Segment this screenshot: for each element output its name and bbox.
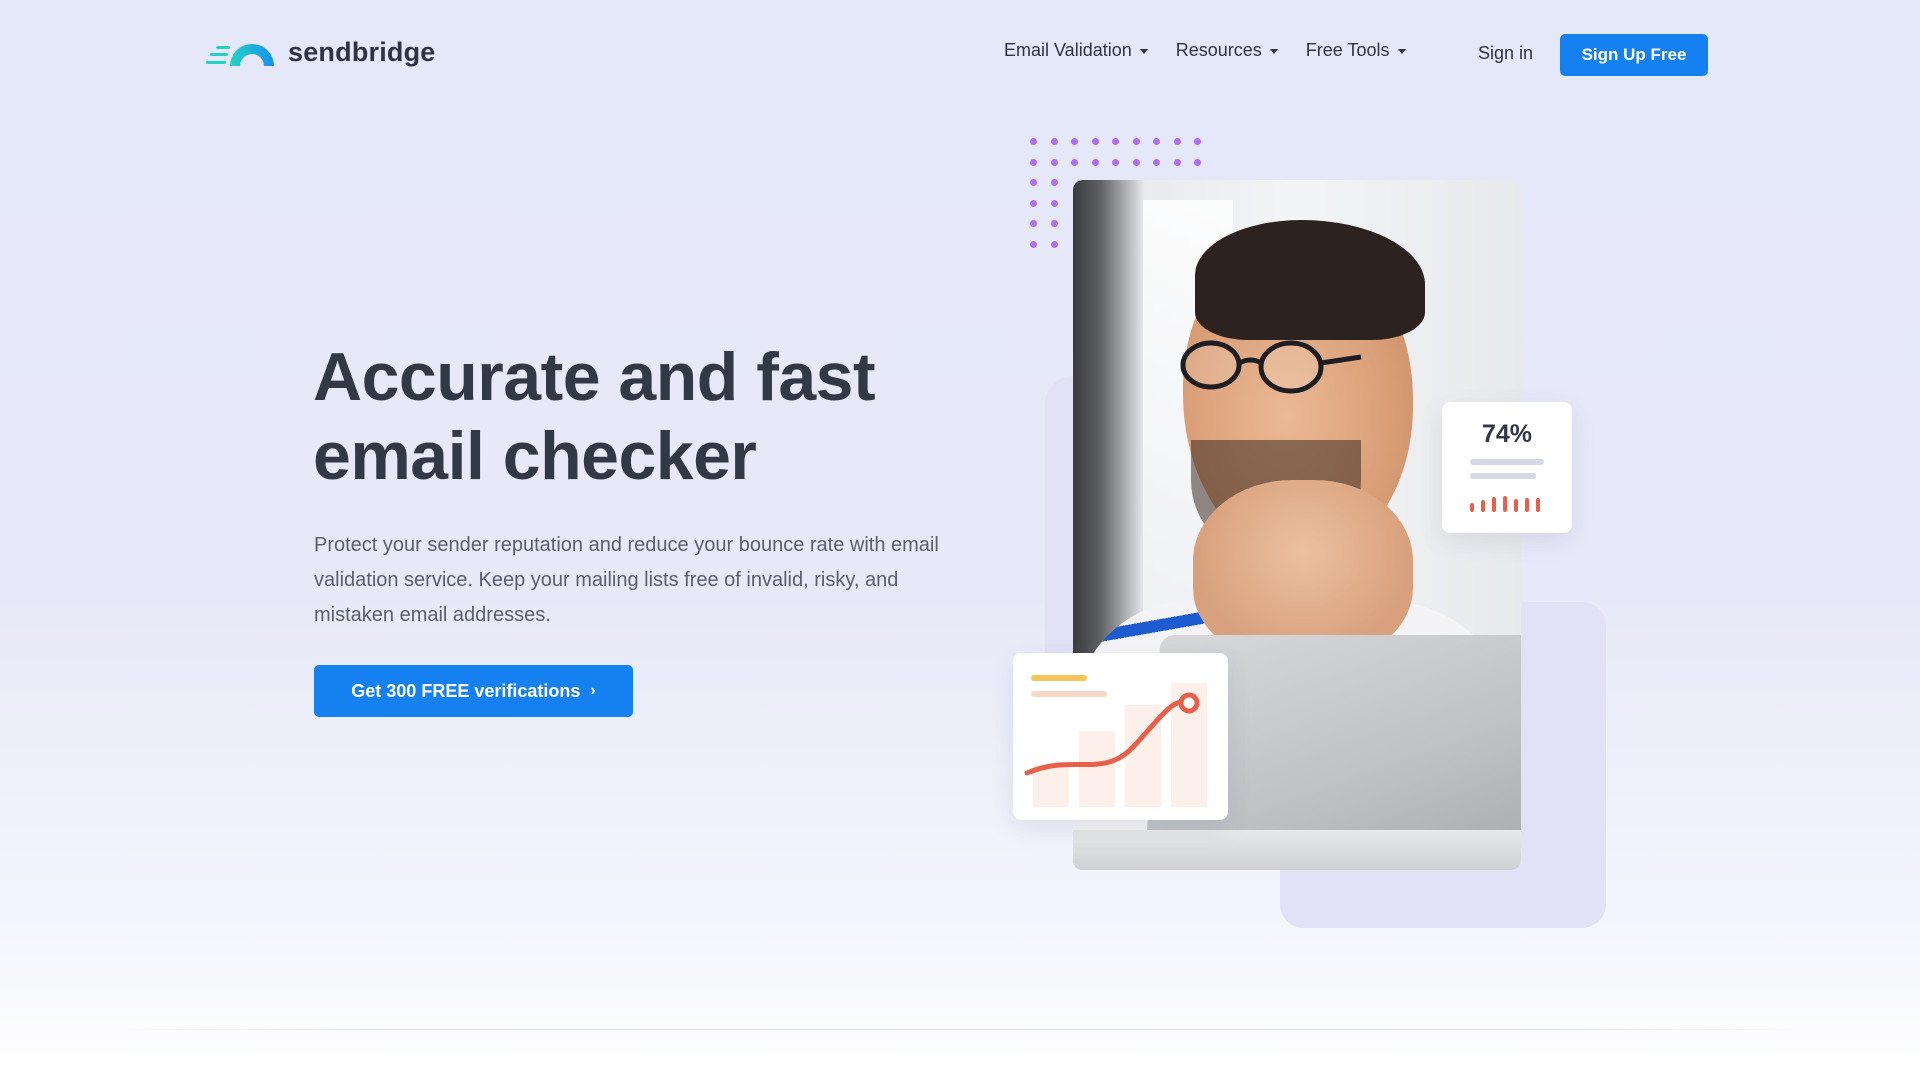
dot	[1030, 220, 1037, 227]
stat-bar	[1503, 496, 1507, 512]
nav-free-tools-label: Free Tools	[1305, 40, 1390, 60]
dot	[1091, 158, 1099, 166]
nav-resources-label: Resources	[1175, 40, 1262, 60]
glasses-icon	[1180, 340, 1362, 394]
dot	[1030, 138, 1037, 145]
stat-bar	[1514, 499, 1518, 512]
dot	[1112, 138, 1119, 145]
nav-free-tools[interactable]: Free Tools	[1306, 40, 1406, 61]
dot	[1194, 138, 1201, 145]
main-menu: Email Validation Resources Free Tools	[1004, 40, 1406, 61]
dot	[1030, 240, 1037, 248]
chart-bar	[1079, 731, 1115, 807]
get-free-verifications-button[interactable]: Get 300 FREE verifications ›	[314, 665, 633, 717]
stat-line	[1470, 473, 1536, 479]
dot	[1030, 179, 1037, 186]
arch-speed-icon	[206, 44, 274, 66]
dot	[1071, 158, 1078, 166]
nav-email-validation[interactable]: Email Validation	[1004, 40, 1148, 61]
hero-headline: Accurate and fast email checker	[313, 338, 933, 496]
top-navigation: sendbridge Email Validation Resources Fr…	[0, 0, 1920, 110]
stat-line	[1470, 459, 1544, 465]
caret-down-icon	[1269, 49, 1278, 54]
hero-headline-line1: Accurate and fast	[313, 339, 876, 415]
dot	[1132, 138, 1140, 145]
stat-bar	[1525, 498, 1529, 512]
dot	[1050, 220, 1058, 227]
signin-link[interactable]: Sign in	[1478, 43, 1533, 64]
chart-legend-bar	[1031, 675, 1087, 681]
stat-bar	[1536, 498, 1540, 512]
section-divider	[120, 1029, 1800, 1030]
dot	[1071, 138, 1078, 145]
dot	[1050, 199, 1058, 207]
caret-down-icon	[1397, 49, 1406, 54]
signup-button[interactable]: Sign Up Free	[1560, 34, 1708, 76]
nav-resources[interactable]: Resources	[1176, 40, 1278, 61]
hero-subtext: Protect your sender reputation and reduc…	[314, 534, 939, 626]
brand-logo[interactable]: sendbridge	[206, 32, 436, 72]
hero-headline-line2: email checker	[313, 418, 757, 494]
dot	[1091, 138, 1099, 145]
dot	[1030, 158, 1037, 166]
chart-point	[1178, 692, 1200, 714]
growth-chart-card	[1013, 653, 1228, 820]
chevron-right-icon: ›	[590, 682, 596, 699]
dot	[1112, 158, 1119, 166]
dot	[1050, 138, 1058, 145]
dot	[1153, 138, 1160, 145]
caret-down-icon	[1139, 49, 1148, 54]
growth-chart	[1024, 675, 1207, 807]
dot	[1173, 158, 1181, 166]
dot	[1173, 138, 1181, 145]
stat-card: 74%	[1442, 402, 1572, 533]
dot	[1050, 240, 1058, 248]
nav-email-validation-label: Email Validation	[1004, 40, 1132, 60]
dot	[1050, 179, 1058, 186]
dot	[1132, 158, 1140, 166]
dot	[1050, 158, 1058, 166]
stat-value: 74%	[1481, 420, 1533, 448]
brand-name: sendbridge	[288, 36, 436, 67]
dot	[1153, 158, 1160, 166]
dot	[1030, 199, 1037, 207]
chart-legend-bar	[1031, 691, 1107, 697]
dot	[1194, 158, 1201, 166]
stat-bar	[1492, 497, 1496, 512]
stat-bar	[1481, 500, 1485, 512]
person-hands	[1193, 480, 1413, 660]
cta-label: Get 300 FREE verifications	[351, 680, 581, 701]
stat-bar	[1470, 503, 1474, 512]
person-hair	[1195, 220, 1425, 340]
